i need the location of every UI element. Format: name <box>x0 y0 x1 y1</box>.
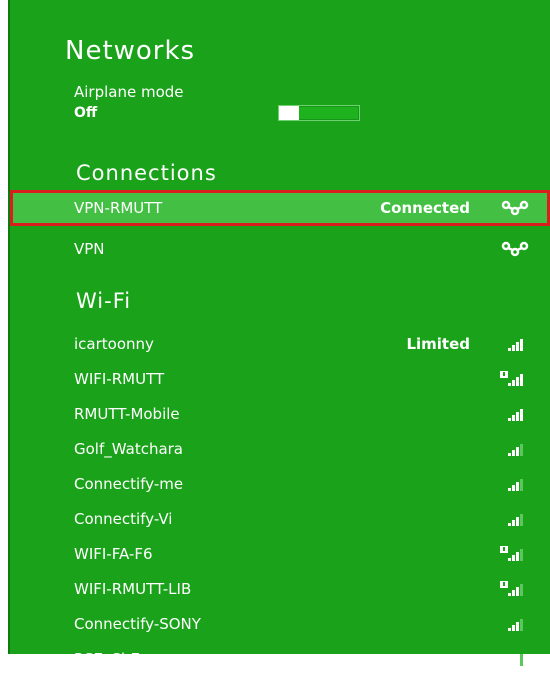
airplane-mode-toggle[interactable] <box>278 105 360 121</box>
connection-item-vpn[interactable]: VPN <box>10 231 550 267</box>
wifi-status: Limited <box>406 335 470 353</box>
connection-name: VPN <box>74 240 105 258</box>
wifi-heading: Wi-Fi <box>76 289 132 313</box>
wifi-name: WIFI-RMUTT-LIB <box>74 580 192 598</box>
wifi-signal-warning-icon <box>494 580 528 598</box>
airplane-mode-value: Off <box>74 105 98 121</box>
wifi-name: WIFI-FA-F6 <box>74 545 153 563</box>
wifi-item-rmutt-mobile[interactable]: RMUTT-Mobile <box>10 396 550 432</box>
wifi-name: PCE_ChE <box>74 650 140 668</box>
wifi-signal-icon <box>494 510 528 528</box>
wifi-signal-icon <box>494 475 528 493</box>
wifi-signal-icon <box>494 405 528 423</box>
wifi-item-connectify-sony[interactable]: Connectify-SONY <box>10 606 550 642</box>
wifi-item-connectify-me[interactable]: Connectify-me <box>10 466 550 502</box>
wifi-item-wifi-rmutt[interactable]: WIFI-RMUTT <box>10 361 550 397</box>
wifi-name: Connectify-me <box>74 475 184 493</box>
wifi-name: Connectify-Vi <box>74 510 173 528</box>
wifi-name: Connectify-SONY <box>74 615 201 633</box>
wifi-item-wifi-rmutt-lib[interactable]: WIFI-RMUTT-LIB <box>10 571 550 607</box>
vpn-icon <box>500 199 530 217</box>
wifi-signal-icon <box>494 440 528 458</box>
wifi-signal-warning-icon <box>494 370 528 388</box>
airplane-mode-label: Airplane mode <box>74 83 184 101</box>
connection-name: VPN-RMUTT <box>74 199 163 217</box>
wifi-name: WIFI-RMUTT <box>74 370 165 388</box>
connections-heading: Connections <box>76 161 217 185</box>
connection-item-vpn-rmutt[interactable]: VPN-RMUTT Connected <box>10 190 550 226</box>
wifi-item-connectify-vi[interactable]: Connectify-Vi <box>10 501 550 537</box>
wifi-item-wifi-fa-f6[interactable]: WIFI-FA-F6 <box>10 536 550 572</box>
wifi-signal-warning-icon <box>494 545 528 563</box>
wifi-name: icartoonny <box>74 335 154 353</box>
panel-title: Networks <box>65 36 196 66</box>
wifi-signal-icon <box>494 650 528 668</box>
connection-status: Connected <box>380 199 470 217</box>
wifi-signal-icon <box>494 615 528 633</box>
vpn-icon <box>500 240 530 258</box>
wifi-item-golf-watchara[interactable]: Golf_Watchara <box>10 431 550 467</box>
toggle-track <box>299 107 358 119</box>
toggle-thumb[interactable] <box>279 106 299 120</box>
wifi-item-icartoonny[interactable]: icartoonny Limited <box>10 326 550 362</box>
wifi-name: RMUTT-Mobile <box>74 405 180 423</box>
wifi-item-pce-che[interactable]: PCE_ChE <box>10 641 550 677</box>
wifi-signal-icon <box>494 335 528 353</box>
wifi-name: Golf_Watchara <box>74 440 183 458</box>
